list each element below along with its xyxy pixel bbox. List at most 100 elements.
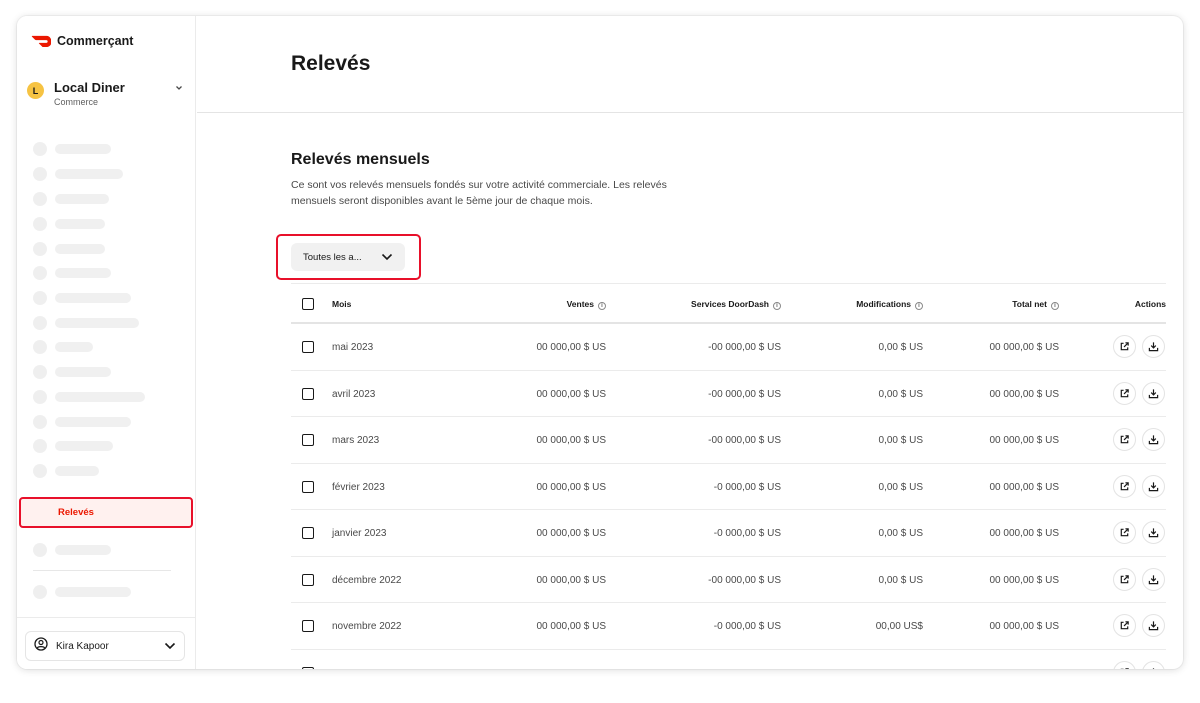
- open-statement-button[interactable]: [1113, 428, 1136, 451]
- sidebar-item-placeholder[interactable]: [33, 543, 111, 557]
- column-header-modifications[interactable]: Modifications i: [856, 299, 923, 310]
- table-row[interactable]: avril 2023 00 000,00 $ US -00 000,00 $ U…: [291, 371, 1166, 417]
- cell-services: -0 000,00 $ US: [713, 481, 781, 493]
- table-row-partial[interactable]: [291, 650, 1166, 669]
- cell-net: 00 000,00 $ US: [989, 621, 1060, 632]
- column-header-month[interactable]: Mois: [332, 299, 351, 309]
- row-checkbox[interactable]: [302, 666, 314, 669]
- sidebar-item-placeholder[interactable]: [33, 242, 105, 256]
- sidebar-item-placeholder[interactable]: [33, 217, 105, 231]
- external-link-icon: [1120, 342, 1129, 351]
- download-icon: [1148, 528, 1159, 538]
- info-icon[interactable]: i: [598, 302, 606, 310]
- cell-net: 00 000,00 $ US: [989, 342, 1060, 353]
- download-statement-button[interactable]: [1142, 660, 1165, 669]
- store-switcher[interactable]: L Local Diner Commerce: [27, 80, 183, 107]
- column-header-net[interactable]: Total net i: [1012, 299, 1059, 310]
- sidebar-item-placeholder[interactable]: [33, 142, 111, 156]
- sidebar-item-placeholder[interactable]: [33, 316, 139, 330]
- download-statement-button[interactable]: [1142, 474, 1165, 498]
- open-statement-button[interactable]: [1113, 660, 1136, 669]
- statements-table: Mois Ventes i Services DoorDash i Modifica…: [291, 283, 1166, 669]
- brand[interactable]: Commerçant: [31, 34, 133, 48]
- page-title: Relevés: [291, 52, 371, 75]
- placeholder-icon: [33, 439, 47, 453]
- open-statement-button[interactable]: [1113, 567, 1136, 591]
- row-checkbox[interactable]: [302, 527, 314, 539]
- row-checkbox[interactable]: [302, 620, 314, 632]
- placeholder-icon: [33, 585, 47, 599]
- table-row[interactable]: février 2023 00 000,00 $ US -0 000,00 $ …: [291, 464, 1166, 510]
- info-icon[interactable]: i: [1051, 302, 1059, 310]
- cell-modifications: 0,00 $ US: [878, 574, 923, 586]
- row-checkbox[interactable]: [302, 387, 314, 400]
- cell-sales: 00 000,00 $ US: [536, 481, 607, 493]
- sidebar-item-placeholder[interactable]: [33, 585, 131, 599]
- sidebar-item-releves[interactable]: Relevés: [19, 497, 193, 528]
- year-filter-dropdown[interactable]: Toutes les a...: [291, 243, 405, 271]
- row-checkbox[interactable]: [302, 480, 314, 493]
- column-header-sales[interactable]: Ventes i: [567, 299, 606, 310]
- cell-month: février 2023: [332, 481, 385, 493]
- chevron-down-icon: [381, 248, 393, 266]
- sidebar-item-placeholder[interactable]: [33, 365, 111, 379]
- cell-month: janvier 2023: [332, 528, 387, 539]
- download-statement-button[interactable]: [1142, 614, 1165, 637]
- external-link-icon: [1120, 621, 1129, 630]
- sidebar-item-placeholder[interactable]: [33, 464, 99, 478]
- cell-month: novembre 2022: [332, 621, 402, 632]
- row-checkbox[interactable]: [302, 573, 314, 586]
- download-statement-button[interactable]: [1142, 428, 1165, 451]
- placeholder-icon: [33, 167, 47, 181]
- column-header-services[interactable]: Services DoorDash i: [691, 299, 781, 310]
- user-menu-button[interactable]: Kira Kapoor: [25, 631, 185, 661]
- download-icon: [1152, 667, 1155, 669]
- cell-modifications: 00,00 US$: [875, 621, 923, 632]
- table-row[interactable]: janvier 2023 00 000,00 $ US -0 000,00 $ …: [291, 510, 1166, 557]
- cell-month: avril 2023: [332, 388, 376, 400]
- download-statement-button[interactable]: [1142, 381, 1165, 405]
- download-icon: [1148, 621, 1159, 631]
- sidebar-item-placeholder[interactable]: [33, 266, 111, 280]
- sidebar-item-placeholder[interactable]: [33, 340, 93, 354]
- doordash-logo-icon: [31, 35, 51, 47]
- app-window: Commerçant L Local Diner Commerce Relevé…: [17, 16, 1183, 669]
- sidebar-item-placeholder[interactable]: [33, 167, 123, 181]
- download-statement-button[interactable]: [1142, 521, 1165, 544]
- sidebar-item-placeholder[interactable]: [33, 291, 131, 305]
- download-statement-button[interactable]: [1142, 335, 1165, 358]
- cell-services: -0 000,00 $ US: [713, 621, 781, 632]
- info-icon[interactable]: i: [915, 302, 923, 310]
- cell-net: 00 000,00 $ US: [989, 574, 1060, 586]
- column-header-label: Ventes: [566, 299, 594, 309]
- cell-sales: 00 000,00 $ US: [536, 435, 607, 446]
- brand-name: Commerçant: [57, 34, 134, 48]
- info-icon[interactable]: i: [773, 302, 781, 310]
- cell-modifications: 0,00 $ US: [878, 388, 923, 400]
- open-statement-button[interactable]: [1113, 474, 1136, 498]
- sidebar-item-placeholder[interactable]: [33, 390, 145, 404]
- column-header-label: Modifications: [856, 299, 911, 309]
- table-row[interactable]: décembre 2022 00 000,00 $ US -00 000,00 …: [291, 557, 1166, 603]
- sidebar-item-placeholder[interactable]: [33, 192, 109, 206]
- select-all-checkbox[interactable]: [302, 298, 314, 310]
- open-statement-button[interactable]: [1113, 335, 1136, 358]
- cell-services: -00 000,00 $ US: [708, 574, 781, 586]
- section-description: Ce sont vos relevés mensuels fondés sur …: [291, 179, 667, 207]
- chevron-down-icon: [175, 83, 183, 93]
- download-icon: [1148, 481, 1159, 491]
- table-row[interactable]: novembre 2022 00 000,00 $ US -0 000,00 $…: [291, 603, 1166, 650]
- table-row[interactable]: mai 2023 00 000,00 $ US -00 000,00 $ US …: [291, 324, 1166, 371]
- table-row[interactable]: mars 2023 00 000,00 $ US -00 000,00 $ US…: [291, 417, 1166, 464]
- open-statement-button[interactable]: [1113, 521, 1136, 544]
- download-statement-button[interactable]: [1142, 567, 1165, 591]
- row-checkbox[interactable]: [302, 434, 314, 446]
- open-statement-button[interactable]: [1113, 381, 1136, 405]
- sidebar-item-placeholder[interactable]: [33, 415, 131, 429]
- cell-net: 00 000,00 $ US: [989, 528, 1060, 539]
- cell-services: -00 000,00 $ US: [708, 342, 781, 353]
- open-statement-button[interactable]: [1113, 614, 1136, 637]
- sidebar-item-placeholder[interactable]: [33, 439, 113, 453]
- row-checkbox[interactable]: [302, 341, 314, 353]
- cell-sales: 00 000,00 $ US: [536, 342, 607, 353]
